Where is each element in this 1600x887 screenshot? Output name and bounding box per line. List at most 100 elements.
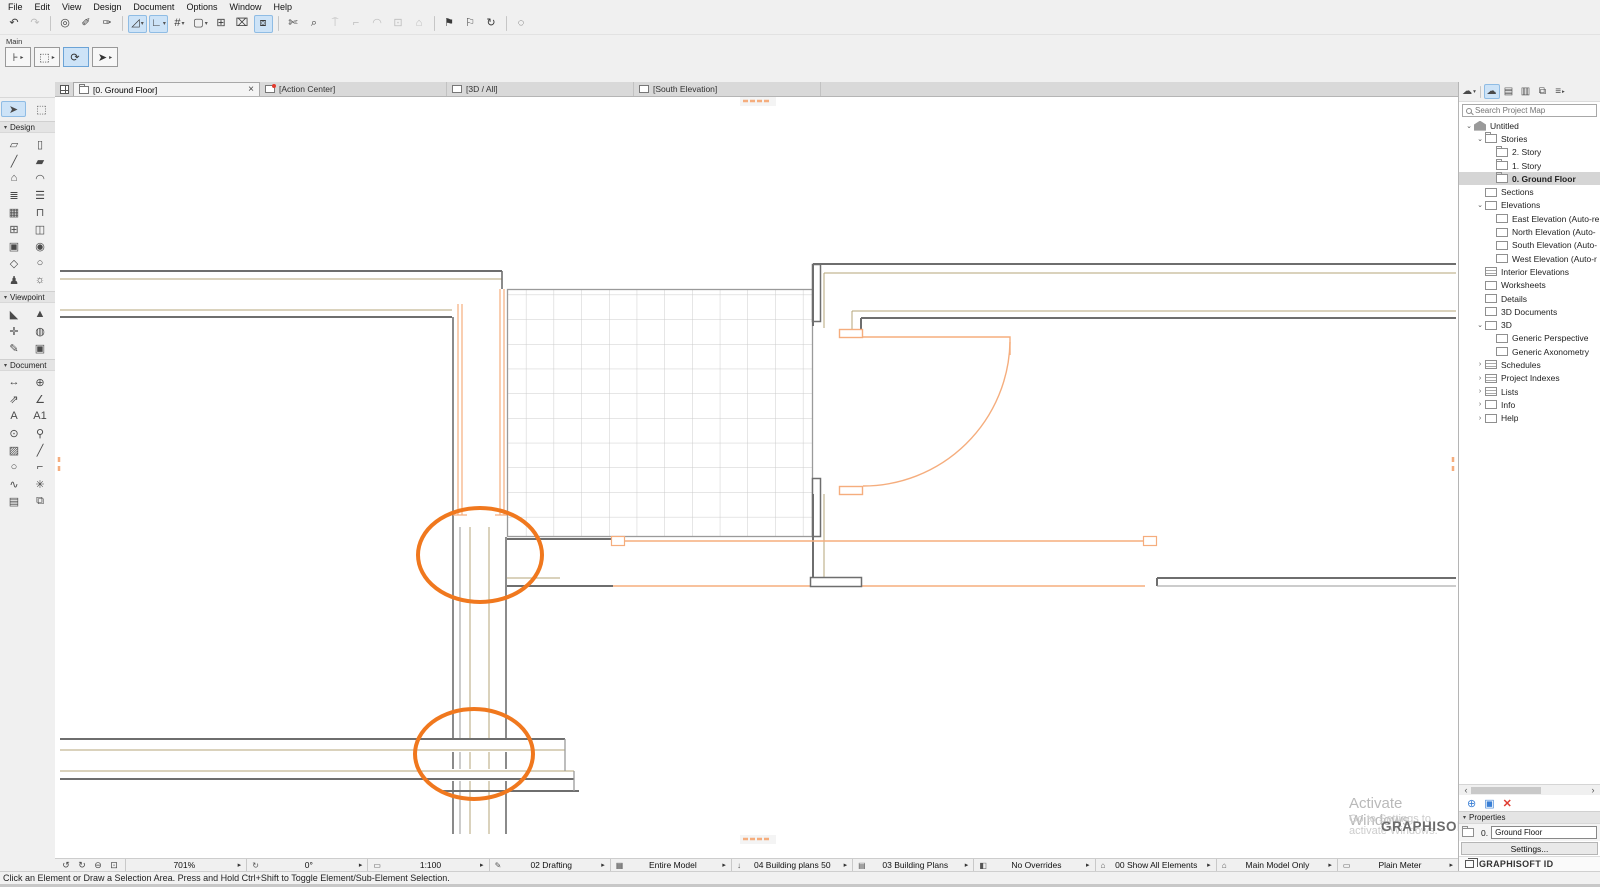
renovation-filter[interactable]: ⌂ 00 Show All Elements ▸ xyxy=(1094,859,1216,871)
tab-close-icon[interactable]: × xyxy=(248,84,254,95)
roof-tool[interactable]: ⌂ xyxy=(2,170,27,186)
redo-icon[interactable]: ↷ xyxy=(26,15,45,33)
navigator-menu-icon[interactable]: ≡ ▸ xyxy=(1552,84,1568,99)
column-tool[interactable]: ▯ xyxy=(28,136,53,152)
view-map-icon[interactable]: ▤ xyxy=(1501,84,1517,99)
interior-elevation-tool[interactable]: ✛ xyxy=(2,323,27,339)
scroll-left-icon[interactable]: ‹ xyxy=(1461,785,1471,795)
flyout-arrow-icon[interactable]: ▸ xyxy=(1086,861,1090,869)
tree-caret-icon[interactable]: ⌄ xyxy=(1475,321,1485,329)
menu-item[interactable]: Edit xyxy=(29,2,57,12)
coordinates-icon[interactable]: ⊞ xyxy=(212,15,231,33)
publisher-icon[interactable]: ⧉ xyxy=(1535,84,1551,99)
node-story-1[interactable]: 1. Story xyxy=(1459,159,1600,172)
more-tools-icon[interactable]: ◌ xyxy=(512,15,531,33)
tab-ground-floor[interactable]: [0. Ground Floor] × xyxy=(73,82,260,96)
snap-guides-icon[interactable]: ∟ ▾ xyxy=(149,14,168,33)
node-project-indexes[interactable]: › Project Indexes xyxy=(1459,372,1600,385)
node-story-2[interactable]: 2. Story xyxy=(1459,145,1600,159)
flyout-arrow-icon[interactable]: ▸ xyxy=(238,861,242,869)
zone-stamp-tool[interactable]: ⚲ xyxy=(28,425,53,441)
viewpoint-settings-icon[interactable]: ▣ xyxy=(1484,797,1494,810)
graphisoft-id-row[interactable]: GRAPHISOFT ID xyxy=(1459,856,1600,871)
zoom-out-icon[interactable]: ⊖ xyxy=(94,860,102,871)
markup-circle-bottom[interactable] xyxy=(413,707,535,801)
tiled-room[interactable] xyxy=(506,263,822,538)
arrow-tool-button[interactable]: ➤ ▸ xyxy=(92,47,118,67)
story-name-field[interactable] xyxy=(1491,826,1597,839)
element-select-icon[interactable]: ◎ xyxy=(56,15,75,33)
level-dimension-tool[interactable]: ⊕ xyxy=(28,374,53,390)
node-south-elevation[interactable]: South Elevation (Auto- xyxy=(1459,239,1600,252)
flyout-arrow-icon[interactable]: ▸ xyxy=(722,861,726,869)
menu-item[interactable]: Window xyxy=(223,2,267,12)
tab-3d-all[interactable]: [3D / All] xyxy=(447,82,634,96)
menu-item[interactable]: Help xyxy=(267,2,298,12)
project-map-search[interactable] xyxy=(1462,104,1597,117)
flyout-arrow-icon[interactable]: ▸ xyxy=(965,861,969,869)
next-zoom-icon[interactable]: ↻ xyxy=(78,860,86,871)
flyout-arrow-icon[interactable]: ▸ xyxy=(359,861,363,869)
floor-plan-canvas[interactable]: Activate Windows Go to Settings to activ… xyxy=(55,97,1458,858)
node-interior-elevations[interactable]: Interior Elevations xyxy=(1459,265,1600,278)
zoom-level[interactable]: 701% ▸ xyxy=(125,859,246,871)
skylight-tool[interactable]: ◫ xyxy=(28,221,53,237)
scrollbar-thumb[interactable] xyxy=(1471,786,1541,794)
elevation-tool[interactable]: ▲ xyxy=(28,306,53,322)
intersect-icon[interactable]: ⊡ xyxy=(389,15,408,33)
graphic-override[interactable]: ◧ No Overrides ▸ xyxy=(973,859,1094,871)
inject-parameters-icon[interactable]: ✑ xyxy=(98,15,117,33)
prev-zoom-icon[interactable]: ↺ xyxy=(62,860,70,871)
project-map-icon[interactable]: ☁ xyxy=(1484,84,1500,99)
node-stories[interactable]: ⌄ Stories xyxy=(1459,132,1600,145)
node-untitled[interactable]: ⌄ Untitled xyxy=(1459,119,1600,132)
3d-document-tool[interactable]: ◍ xyxy=(28,323,53,339)
bottom-left-wall[interactable] xyxy=(60,738,579,792)
marquee-tool[interactable]: ⬚ xyxy=(29,101,54,117)
lamp-tool[interactable]: ☼ xyxy=(28,272,53,288)
node-3d[interactable]: ⌄ 3D xyxy=(1459,318,1600,331)
toolbox-section-viewpoint[interactable]: ▾ Viewpoint xyxy=(0,291,55,303)
fillet-icon[interactable]: ⌐ xyxy=(347,15,366,33)
gravity-icon[interactable]: ▢ ▾ xyxy=(191,15,210,33)
menu-item[interactable]: Design xyxy=(87,2,127,12)
hotspot-tool[interactable]: ⊙ xyxy=(2,425,27,441)
node-details[interactable]: Details xyxy=(1459,292,1600,305)
undo-icon[interactable]: ↶ xyxy=(5,15,24,33)
resize-icon[interactable]: ⌂ xyxy=(410,15,429,33)
tree-caret-icon[interactable]: › xyxy=(1475,375,1485,382)
stair-tool[interactable]: ≣ xyxy=(2,187,27,203)
section-tool[interactable]: ◣ xyxy=(2,306,27,322)
properties-header[interactable]: ▾ Properties xyxy=(1459,811,1600,824)
arc-edit-icon[interactable]: ◠ xyxy=(368,15,387,33)
door-swing[interactable] xyxy=(838,328,1011,496)
renovation-options[interactable]: ⌂ Main Model Only ▸ xyxy=(1215,859,1337,871)
object-tool[interactable]: ◉ xyxy=(28,238,53,254)
snap-grid-icon[interactable]: # ▾ xyxy=(170,15,189,33)
node-schedules[interactable]: › Schedules xyxy=(1459,358,1600,371)
pick-up-parameters-icon[interactable]: ✐ xyxy=(77,15,96,33)
node-north-elevation[interactable]: North Elevation (Auto- xyxy=(1459,225,1600,238)
rebuild-icon[interactable]: ↻ xyxy=(482,15,501,33)
marquee-mode-icon[interactable]: ⧈ xyxy=(254,14,273,33)
tree-caret-icon[interactable]: › xyxy=(1475,415,1485,422)
split-icon[interactable]: ⍑ xyxy=(326,15,345,33)
polyline-tool[interactable]: ⌐ xyxy=(28,459,53,475)
label-tool[interactable]: A1 xyxy=(28,408,53,424)
furnishing-tool[interactable]: ♟ xyxy=(2,272,27,288)
flag-outline-icon[interactable]: ⚐ xyxy=(461,15,480,33)
tree-caret-icon[interactable]: ⌄ xyxy=(1475,201,1485,209)
menu-item[interactable]: File xyxy=(2,2,29,12)
wall-preview-button[interactable]: ⊦ ▸ xyxy=(5,47,31,67)
flyout-arrow-icon[interactable]: ▸ xyxy=(844,861,848,869)
figure-tool[interactable]: ▤ xyxy=(2,493,27,509)
flyout-arrow-icon[interactable]: ▸ xyxy=(1328,861,1332,869)
tree-caret-icon[interactable]: › xyxy=(1475,361,1485,368)
dimension-tool[interactable]: ↔ xyxy=(2,374,27,390)
scroll-right-icon[interactable]: › xyxy=(1588,785,1598,795)
railing-tool[interactable]: ☰ xyxy=(28,187,53,203)
toolbox-section-document[interactable]: ▾ Document xyxy=(0,359,55,371)
fit-in-window-icon[interactable]: ⊡ xyxy=(110,860,118,871)
node-elevations[interactable]: ⌄ Elevations xyxy=(1459,199,1600,212)
flyout-arrow-icon[interactable]: ▸ xyxy=(1207,861,1211,869)
